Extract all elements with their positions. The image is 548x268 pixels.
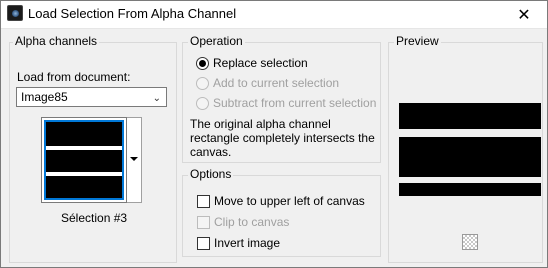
- radio-indicator: [196, 56, 209, 70]
- preview-label: Preview: [394, 34, 441, 48]
- preview-band: [399, 103, 541, 129]
- selection-thumbnail[interactable]: [41, 117, 127, 203]
- subtract-from-selection-label: Subtract from current selection: [213, 96, 377, 110]
- preview-image: [399, 103, 543, 197]
- thumbnail-stripe: [46, 172, 122, 176]
- thumbnail-dropdown-button[interactable]: [127, 117, 142, 203]
- radio-indicator: [196, 96, 209, 110]
- document-dropdown-value: Image85: [21, 90, 68, 104]
- replace-selection-label: Replace selection: [213, 56, 308, 70]
- move-to-upper-left-checkbox[interactable]: Move to upper left of canvas: [197, 194, 365, 208]
- checkbox-indicator: [197, 194, 210, 208]
- preview-band: [399, 183, 541, 196]
- close-icon: ✕: [517, 7, 531, 24]
- document-dropdown[interactable]: Image85 ⌄: [16, 87, 167, 107]
- replace-selection-radio[interactable]: Replace selection: [196, 56, 308, 70]
- load-from-document-label: Load from document:: [17, 70, 131, 84]
- add-to-selection-label: Add to current selection: [213, 76, 340, 90]
- options-label: Options: [188, 167, 234, 181]
- move-to-upper-left-label: Move to upper left of canvas: [214, 194, 365, 208]
- dialog-window: Load Selection From Alpha Channel ✕ Alph…: [0, 0, 548, 268]
- operation-label: Operation: [188, 34, 245, 48]
- checkbox-indicator: [197, 215, 210, 229]
- operation-info-text: The original alpha channel rectangle com…: [190, 117, 375, 159]
- invert-image-label: Invert image: [214, 236, 281, 250]
- transparency-checker-icon[interactable]: [462, 234, 478, 250]
- preview-band: [399, 137, 541, 177]
- radio-indicator: [196, 76, 209, 90]
- title-bar: Load Selection From Alpha Channel ✕: [1, 1, 547, 29]
- window-title: Load Selection From Alpha Channel: [28, 6, 237, 21]
- chevron-down-icon: ⌄: [152, 93, 161, 104]
- add-to-selection-radio[interactable]: Add to current selection: [196, 76, 339, 90]
- thumbnail-stripe: [46, 146, 122, 150]
- clip-to-canvas-label: Clip to canvas: [214, 215, 290, 229]
- app-icon: [7, 5, 23, 21]
- invert-image-checkbox[interactable]: Invert image: [197, 236, 280, 250]
- selection-name-label: Sélection #3: [61, 211, 128, 225]
- close-button[interactable]: ✕: [501, 1, 547, 29]
- checkbox-indicator: [197, 236, 210, 250]
- alpha-channels-label: Alpha channels: [13, 34, 100, 48]
- subtract-from-selection-radio[interactable]: Subtract from current selection: [196, 96, 376, 110]
- selection-thumbnail-image: [44, 120, 124, 200]
- clip-to-canvas-checkbox[interactable]: Clip to canvas: [197, 215, 289, 229]
